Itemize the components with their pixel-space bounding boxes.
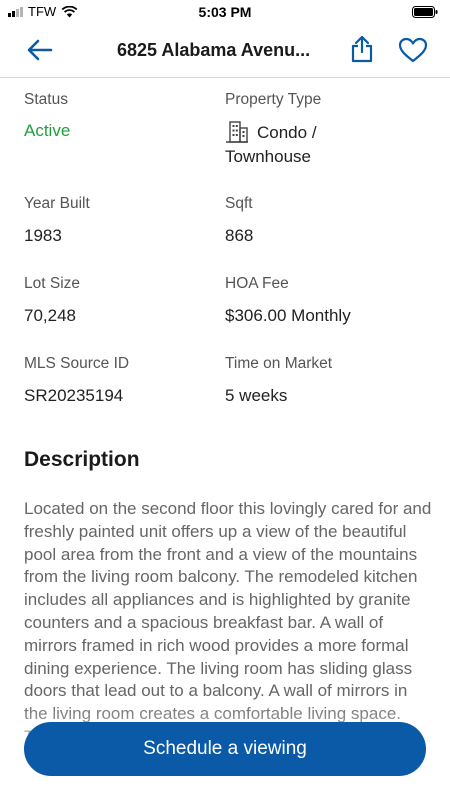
fact-status: Status Active [24, 90, 70, 143]
heart-icon [398, 37, 428, 63]
hoa-fee-value: $306.00 Monthly [225, 306, 351, 325]
status-bar: TFW 5:03 PM [0, 0, 450, 24]
fact-label: Status [24, 91, 68, 108]
sqft-value: 868 [225, 226, 254, 245]
fact-time-on-market: Time on Market 5 weeks [225, 354, 332, 408]
fact-lot-size: Lot Size 70,248 [24, 274, 80, 328]
page-title: 6825 Alabama Avenu... [117, 40, 311, 60]
mls-id-value: SR20235194 [24, 386, 124, 405]
status-time: 5:03 PM [198, 4, 252, 20]
fact-label: MLS Source ID [24, 355, 130, 372]
fact-property-type: Property Type Condo / Townhouse [225, 90, 321, 169]
year-built-value: 1983 [24, 226, 62, 245]
fact-year-built: Year Built 1983 [24, 194, 90, 248]
back-arrow-icon [27, 39, 53, 61]
fact-label: HOA Fee [225, 275, 289, 292]
fact-sqft: Sqft 868 [225, 194, 253, 248]
fact-label: Lot Size [24, 275, 81, 292]
share-icon [351, 35, 373, 63]
nav-bar: 6825 Alabama Avenu... [0, 24, 450, 78]
schedule-viewing-button[interactable]: Schedule a viewing [24, 722, 426, 776]
building-icon [226, 121, 248, 143]
fact-label: Property Type [225, 91, 322, 108]
share-button[interactable] [350, 35, 374, 63]
favorite-button[interactable] [398, 37, 428, 63]
back-button[interactable] [26, 38, 54, 62]
description-title: Description [24, 448, 140, 471]
fact-label: Time on Market [225, 355, 333, 372]
battery-icon [412, 5, 438, 23]
lot-size-value: 70,248 [24, 306, 76, 325]
fact-label: Sqft [225, 195, 253, 212]
fact-hoa-fee: HOA Fee $306.00 Monthly [225, 274, 351, 328]
property-details-screen: TFW 5:03 PM 6825 Alabama Avenu... Status… [0, 0, 450, 800]
status-value: Active [24, 121, 71, 140]
property-type-value-line1: Condo / [257, 123, 317, 142]
fact-label: Year Built [24, 195, 90, 212]
property-type-value-line2: Townhouse [225, 147, 312, 166]
time-on-market-value: 5 weeks [225, 386, 288, 405]
fact-mls-id: MLS Source ID SR20235194 [24, 354, 129, 408]
